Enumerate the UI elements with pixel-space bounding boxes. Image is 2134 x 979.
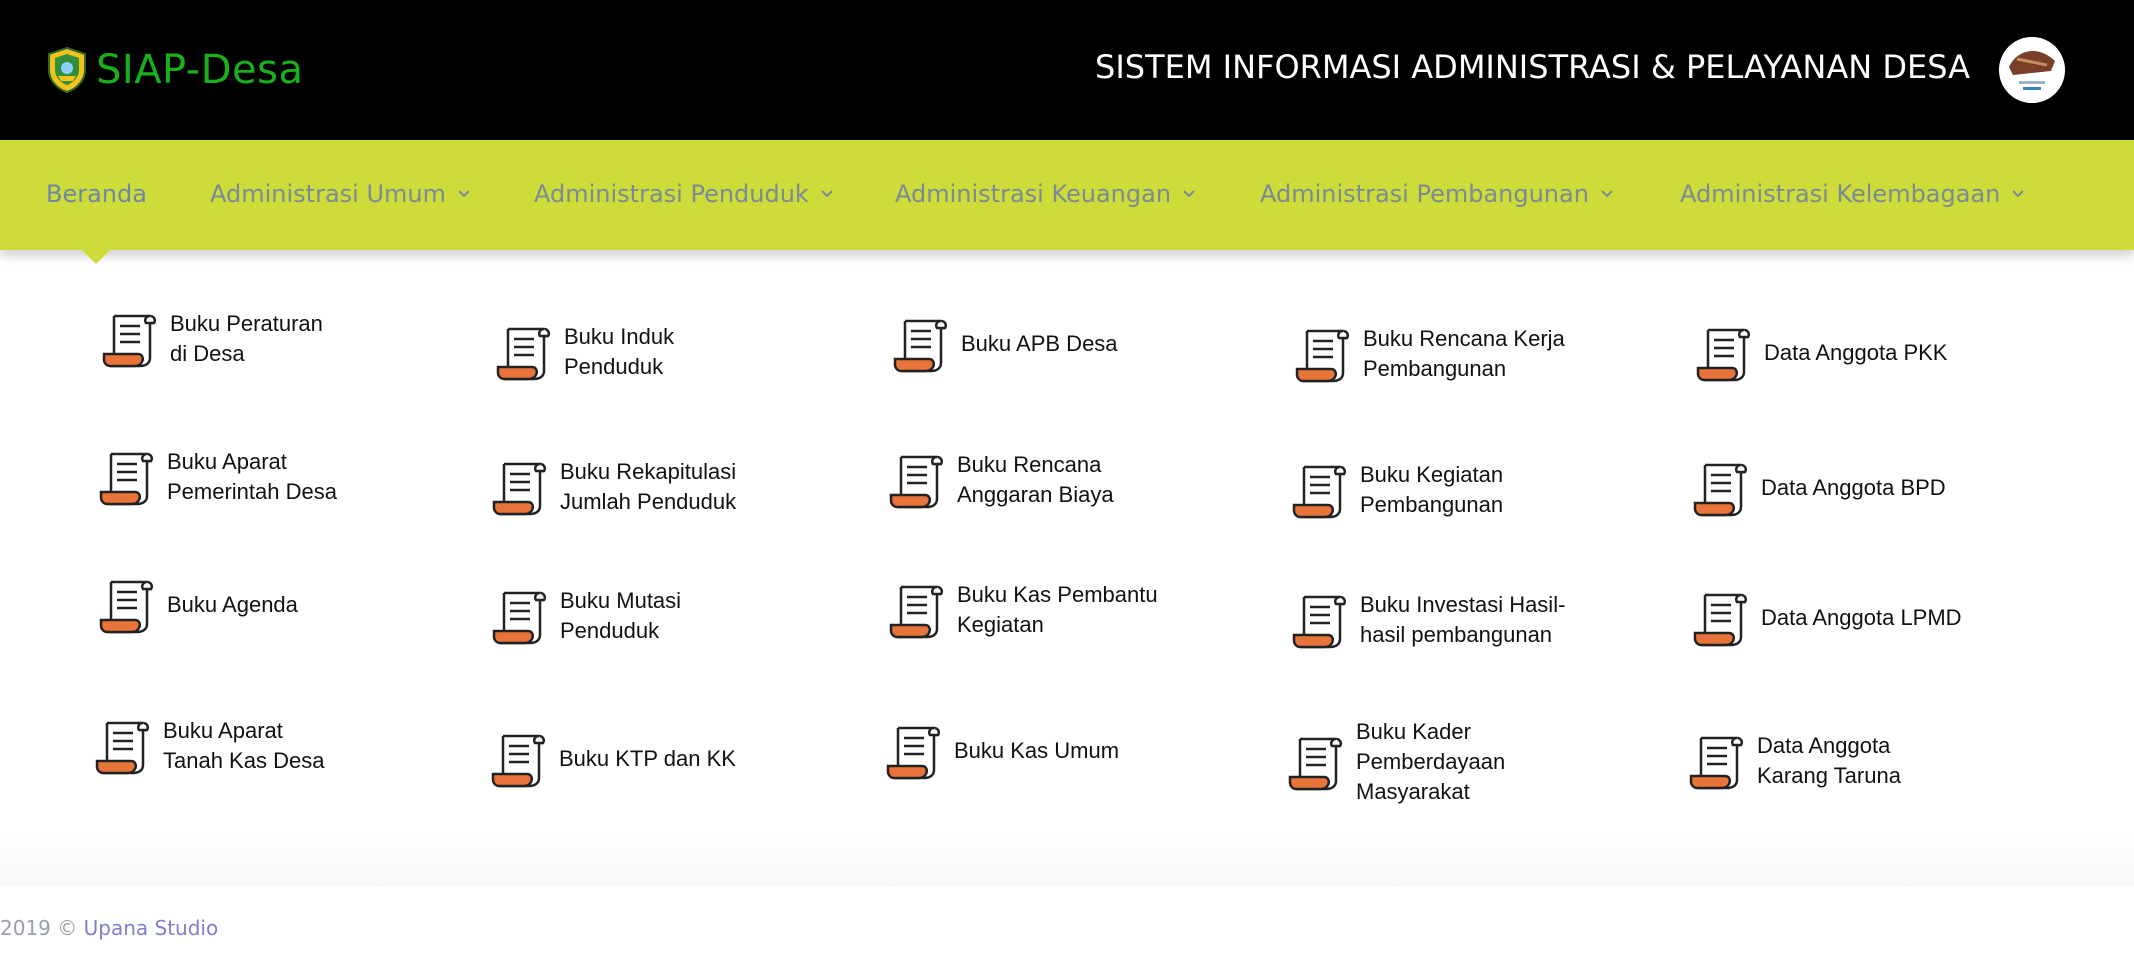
nav-label: Administrasi Keuangan [895,180,1172,208]
nav-label: Beranda [46,180,147,208]
scroll-document-icon [1290,591,1348,649]
menu-item-buku-rekapitulasi[interactable]: Buku Rekapitulasi Jumlah Penduduk [490,457,736,517]
menu-item-label: Buku Kas Umum [954,738,1120,763]
menu-item-data-lpmd[interactable]: Data Anggota LPMD [1691,589,1962,647]
nav-administrasi-penduduk[interactable]: Administrasi Penduduk [534,180,835,208]
scroll-document-icon [887,451,945,509]
menu-item-buku-peraturan[interactable]: Buku Peraturan di Desa [100,309,323,369]
menu-item-buku-rencana-kerja[interactable]: Buku Rencana Kerja Pembangunan [1293,324,1565,384]
avatar-image [1999,37,2065,103]
scroll-document-icon [100,310,158,368]
nav-administrasi-umum[interactable]: Administrasi Umum [210,180,472,208]
nav-label: Administrasi Pembangunan [1260,180,1589,208]
top-header: SIAP-Desa SISTEM INFORMASI ADMINISTRASI … [0,0,2134,140]
menu-item-buku-kas-umum[interactable]: Buku Kas Umum [884,722,1119,780]
scroll-document-icon [97,576,155,634]
menu-item-label: Buku Kas Pembantu Kegiatan [957,582,1158,637]
nav-administrasi-kelembagaan[interactable]: Administrasi Kelembagaan [1680,180,2026,208]
nav-label: Administrasi Kelembagaan [1680,180,2001,208]
scroll-document-icon [1286,733,1344,791]
system-title: SISTEM INFORMASI ADMINISTRASI & PELAYANA… [1095,48,1970,86]
scroll-document-icon [1293,325,1351,383]
menu-item-label: Data Anggota LPMD [1761,605,1962,630]
content-divider [0,836,2134,886]
brand-name: SIAP-Desa [96,47,304,93]
scroll-document-icon [1687,732,1745,790]
scroll-document-icon [494,323,552,381]
menu-item-data-bpd[interactable]: Data Anggota BPD [1691,459,1946,517]
chevron-down-icon [1601,190,1613,198]
menu-item-buku-kegiatan[interactable]: Buku Kegiatan Pembangunan [1290,460,1503,520]
menu-item-data-pkk[interactable]: Data Anggota PKK [1694,324,1947,382]
menu-item-label: Data Anggota BPD [1761,475,1946,500]
menu-item-label: Buku Rencana Kerja Pembangunan [1363,326,1565,381]
menu-item-label: Buku Kegiatan Pembangunan [1360,462,1504,517]
menu-item-buku-apb-desa[interactable]: Buku APB Desa [891,315,1118,373]
nav-label: Administrasi Umum [210,180,446,208]
chevron-down-icon [458,190,470,198]
nav-label: Administrasi Penduduk [534,180,809,208]
scroll-document-icon [891,315,949,373]
menu-item-buku-kader[interactable]: Buku Kader Pemberdayaan Masyarakat [1286,717,1505,807]
menu-item-label: Buku Peraturan di Desa [170,311,323,366]
menu-item-buku-kas-pembantu[interactable]: Buku Kas Pembantu Kegiatan [887,580,1158,640]
nav-beranda[interactable]: Beranda [46,180,147,208]
scroll-document-icon [93,717,151,775]
scroll-document-icon [887,581,945,639]
menu-item-label: Buku Aparat Tanah Kas Desa [163,718,325,773]
menu-item-label: Buku KTP dan KK [559,746,736,771]
chevron-down-icon [1183,190,1195,198]
scroll-document-icon [490,458,548,516]
copyright-text: 2019 © [0,916,84,940]
scroll-document-icon [490,587,548,645]
menu-item-buku-aparat-tanah[interactable]: Buku Aparat Tanah Kas Desa [93,716,324,776]
menu-item-label: Buku Aparat Pemerintah Desa [167,449,337,504]
scroll-document-icon [884,722,942,780]
scroll-document-icon [1290,461,1348,519]
menu-item-label: Buku APB Desa [961,331,1118,356]
chevron-down-icon [2012,190,2025,198]
menu-item-label: Buku Investasi Hasil- hasil pembangunan [1360,592,1566,647]
scroll-document-icon [489,730,547,788]
menu-item-buku-ktp-kk[interactable]: Buku KTP dan KK [489,730,736,788]
menu-item-label: Buku Induk Penduduk [564,324,675,379]
nav-administrasi-keuangan[interactable]: Administrasi Keuangan [895,180,1197,208]
main-navbar: Beranda Administrasi Umum Administrasi P… [0,140,2134,250]
brand-logo-link[interactable]: SIAP-Desa [46,44,304,96]
menu-item-buku-induk-penduduk[interactable]: Buku Induk Penduduk [494,322,674,382]
menu-item-label: Buku Rencana Anggaran Biaya [957,452,1114,507]
active-nav-pointer [80,248,112,264]
menu-item-data-karang-taruna[interactable]: Data Anggota Karang Taruna [1687,731,1901,791]
scroll-document-icon [1691,459,1749,517]
village-emblem-icon [48,46,86,94]
menu-item-buku-agenda[interactable]: Buku Agenda [97,576,298,634]
menu-item-label: Data Anggota PKK [1764,340,1948,365]
scroll-document-icon [1694,324,1752,382]
menu-item-label: Buku Kader Pemberdayaan Masyarakat [1356,719,1506,804]
scroll-document-icon [97,448,155,506]
studio-link[interactable]: Upana Studio [84,916,219,940]
menu-item-buku-mutasi[interactable]: Buku Mutasi Penduduk [490,586,681,646]
menu-item-buku-aparat-pemerintah[interactable]: Buku Aparat Pemerintah Desa [97,447,337,507]
menu-item-label: Buku Rekapitulasi Jumlah Penduduk [560,459,737,514]
chevron-down-icon [821,190,833,198]
menu-item-buku-investasi[interactable]: Buku Investasi Hasil- hasil pembangunan [1290,590,1565,650]
nav-administrasi-pembangunan[interactable]: Administrasi Pembangunan [1260,180,1615,208]
menu-item-label: Buku Mutasi Penduduk [560,588,682,643]
menu-item-buku-rencana-anggaran[interactable]: Buku Rencana Anggaran Biaya [887,450,1114,510]
footer: 2019 © Upana Studio [0,916,218,940]
scroll-document-icon [1691,589,1749,647]
user-avatar[interactable] [1999,37,2065,103]
menu-item-label: Buku Agenda [167,592,298,617]
menu-item-label: Data Anggota Karang Taruna [1757,733,1901,788]
